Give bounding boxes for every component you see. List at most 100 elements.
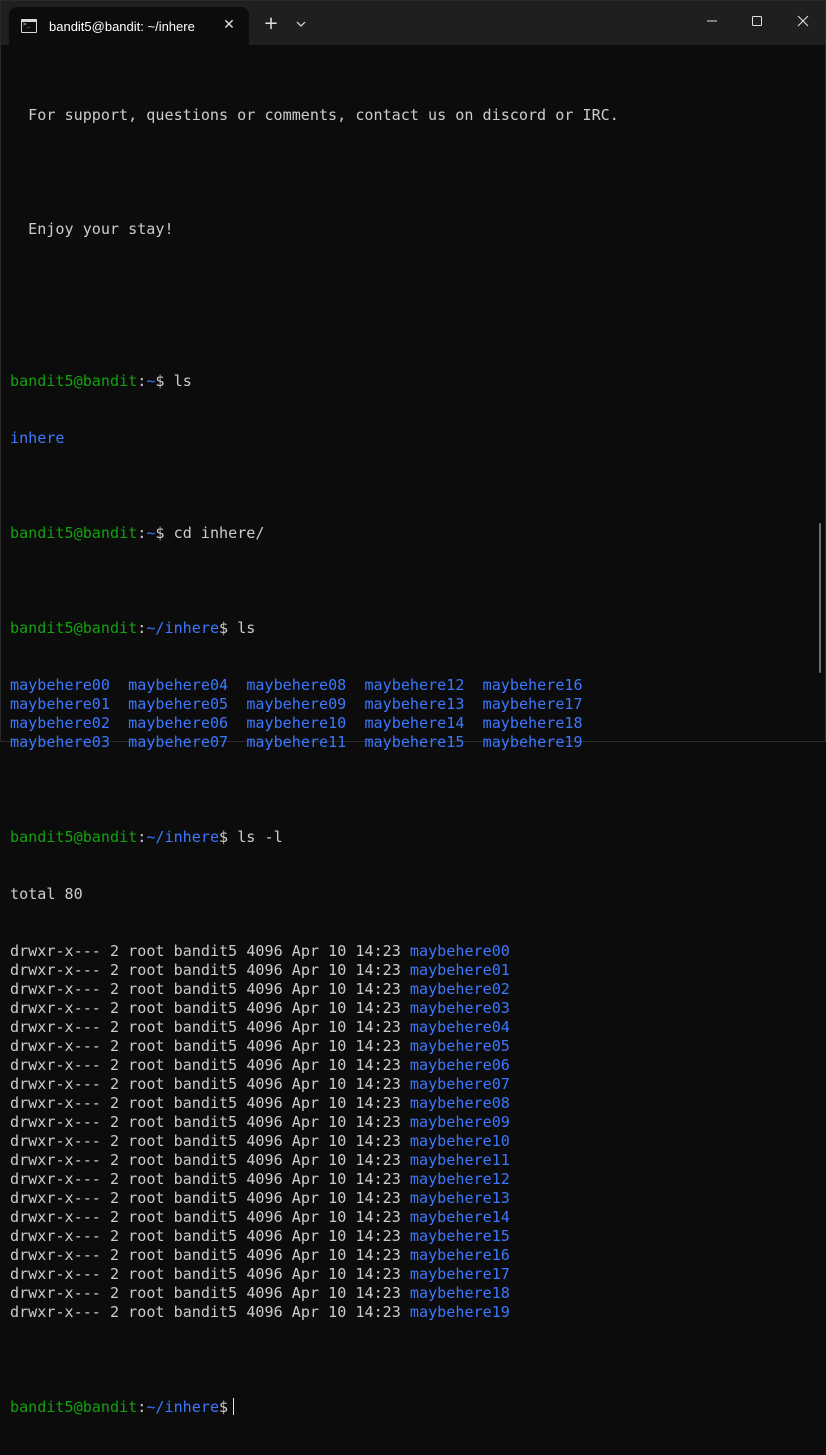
maximize-button[interactable] xyxy=(734,1,780,41)
ls-field-group: bandit5 xyxy=(173,1189,238,1207)
ls-long-row: drwxr-x--- 2 root bandit5 4096 Apr 10 14… xyxy=(10,1303,813,1322)
ls-field-date: Apr 10 14:23 xyxy=(291,1132,401,1150)
directory-entry: maybehere15 xyxy=(409,1227,510,1245)
minimize-button[interactable] xyxy=(689,1,735,41)
ls-field-owner: root xyxy=(128,1208,165,1226)
prompt-separator: : xyxy=(137,619,147,637)
ls-field-links: 2 xyxy=(109,942,120,960)
ls-field-size: 4096 xyxy=(246,942,283,960)
ls-field-owner: root xyxy=(128,999,165,1017)
ls-field-date: Apr 10 14:23 xyxy=(291,1227,401,1245)
ls-field-group: bandit5 xyxy=(173,1075,238,1093)
prompt-user: bandit5@bandit xyxy=(10,372,138,390)
ls-field-links: 2 xyxy=(109,1189,120,1207)
ls-field-date: Apr 10 14:23 xyxy=(291,1284,401,1302)
ls-field-perm: drwxr-x--- xyxy=(10,1056,101,1074)
ls-field-owner: root xyxy=(128,1094,165,1112)
ls-field-owner: root xyxy=(128,1132,165,1150)
prompt-user: bandit5@bandit xyxy=(10,1398,138,1416)
ls-field-links: 2 xyxy=(109,1075,120,1093)
directory-entry: maybehere04 xyxy=(409,1018,510,1036)
ls-field-perm: drwxr-x--- xyxy=(10,1189,101,1207)
terminal-output[interactable]: For support, questions or comments, cont… xyxy=(10,49,813,1455)
ls-long-row: drwxr-x--- 2 root bandit5 4096 Apr 10 14… xyxy=(10,1113,813,1132)
ls-field-perm: drwxr-x--- xyxy=(10,942,101,960)
ls-field-owner: root xyxy=(128,1018,165,1036)
ls-field-owner: root xyxy=(128,1189,165,1207)
ls-field-links: 2 xyxy=(109,1265,120,1283)
ls-long-row: drwxr-x--- 2 root bandit5 4096 Apr 10 14… xyxy=(10,980,813,999)
prompt-user: bandit5@bandit xyxy=(10,619,138,637)
directory-entry: maybehere06 xyxy=(128,714,229,732)
ls-field-date: Apr 10 14:23 xyxy=(291,1246,401,1264)
directory-entry: maybehere10 xyxy=(246,714,347,732)
tab-terminal[interactable]: bandit5@bandit: ~/inhere ✕ xyxy=(9,7,249,45)
ls-field-owner: root xyxy=(128,1037,165,1055)
command-text: ls xyxy=(173,372,192,390)
ls-total: total 80 xyxy=(10,885,83,903)
ls-long-row: drwxr-x--- 2 root bandit5 4096 Apr 10 14… xyxy=(10,1075,813,1094)
command-text: ls xyxy=(237,619,256,637)
ls-long-row: drwxr-x--- 2 root bandit5 4096 Apr 10 14… xyxy=(10,999,813,1018)
ls-field-size: 4096 xyxy=(246,1265,283,1283)
directory-entry: maybehere02 xyxy=(10,714,110,732)
motd-line xyxy=(10,163,813,182)
ls-field-date: Apr 10 14:23 xyxy=(291,999,401,1017)
prompt-symbol: $ xyxy=(219,1398,229,1416)
ls-field-size: 4096 xyxy=(246,1208,283,1226)
ls-long-row: drwxr-x--- 2 root bandit5 4096 Apr 10 14… xyxy=(10,961,813,980)
directory-entry: maybehere08 xyxy=(246,676,347,694)
ls-field-perm: drwxr-x--- xyxy=(10,1018,101,1036)
ls-field-links: 2 xyxy=(109,1227,120,1245)
ls-field-size: 4096 xyxy=(246,1151,283,1169)
ls-long-row: drwxr-x--- 2 root bandit5 4096 Apr 10 14… xyxy=(10,1170,813,1189)
ls-field-group: bandit5 xyxy=(173,1113,238,1131)
ls-field-size: 4096 xyxy=(246,1075,283,1093)
tab-title: bandit5@bandit: ~/inhere xyxy=(49,18,195,34)
ls-field-date: Apr 10 14:23 xyxy=(291,961,401,979)
ls-field-links: 2 xyxy=(109,1094,120,1112)
scrollbar-thumb[interactable] xyxy=(819,523,821,673)
ls-field-links: 2 xyxy=(109,1208,120,1226)
directory-entry: maybehere13 xyxy=(409,1189,510,1207)
title-bar[interactable]: bandit5@bandit: ~/inhere ✕ + xyxy=(1,1,825,45)
prompt-path: ~/inhere xyxy=(146,619,220,637)
ls-field-size: 4096 xyxy=(246,1189,283,1207)
prompt-separator: : xyxy=(137,372,147,390)
new-tab-button[interactable]: + xyxy=(259,13,283,37)
ls-field-owner: root xyxy=(128,1075,165,1093)
ls-field-owner: root xyxy=(128,1056,165,1074)
terminal-window: bandit5@bandit: ~/inhere ✕ + xyxy=(0,0,826,1416)
ls-field-group: bandit5 xyxy=(173,999,238,1017)
directory-entry: maybehere03 xyxy=(10,733,110,751)
ls-field-perm: drwxr-x--- xyxy=(10,961,101,979)
ls-field-perm: drwxr-x--- xyxy=(10,1151,101,1169)
directory-entry: maybehere05 xyxy=(409,1037,510,1055)
prompt-separator: : xyxy=(137,1398,147,1416)
ls-field-perm: drwxr-x--- xyxy=(10,1208,101,1226)
ls-field-size: 4096 xyxy=(246,1132,283,1150)
current-prompt-line[interactable]: bandit5@bandit:~/inhere$ xyxy=(10,1398,813,1417)
ls-field-date: Apr 10 14:23 xyxy=(291,1208,401,1226)
ls-long-row: drwxr-x--- 2 root bandit5 4096 Apr 10 14… xyxy=(10,1018,813,1037)
directory-entry: maybehere14 xyxy=(364,714,465,732)
ls-field-links: 2 xyxy=(109,1303,120,1321)
ls-field-group: bandit5 xyxy=(173,980,238,998)
directory-entry: maybehere00 xyxy=(10,676,110,694)
ls-long-output: drwxr-x--- 2 root bandit5 4096 Apr 10 14… xyxy=(10,942,813,1322)
ls-field-size: 4096 xyxy=(246,980,283,998)
prompt-line: bandit5@bandit:~$ ls xyxy=(10,372,813,391)
prompt-symbol: $ xyxy=(219,828,238,846)
directory-entry: maybehere14 xyxy=(409,1208,510,1226)
tab-dropdown-button[interactable] xyxy=(289,13,313,37)
ls-field-perm: drwxr-x--- xyxy=(10,980,101,998)
prompt-path: ~/inhere xyxy=(146,1398,220,1416)
ls-long-row: drwxr-x--- 2 root bandit5 4096 Apr 10 14… xyxy=(10,1284,813,1303)
ls-field-date: Apr 10 14:23 xyxy=(291,1151,401,1169)
ls-field-date: Apr 10 14:23 xyxy=(291,1170,401,1188)
tab-close-icon[interactable]: ✕ xyxy=(221,17,237,33)
close-button[interactable] xyxy=(780,1,826,41)
terminal-icon xyxy=(21,19,37,33)
ls-long-row: drwxr-x--- 2 root bandit5 4096 Apr 10 14… xyxy=(10,1189,813,1208)
directory-entry: maybehere18 xyxy=(482,714,583,732)
